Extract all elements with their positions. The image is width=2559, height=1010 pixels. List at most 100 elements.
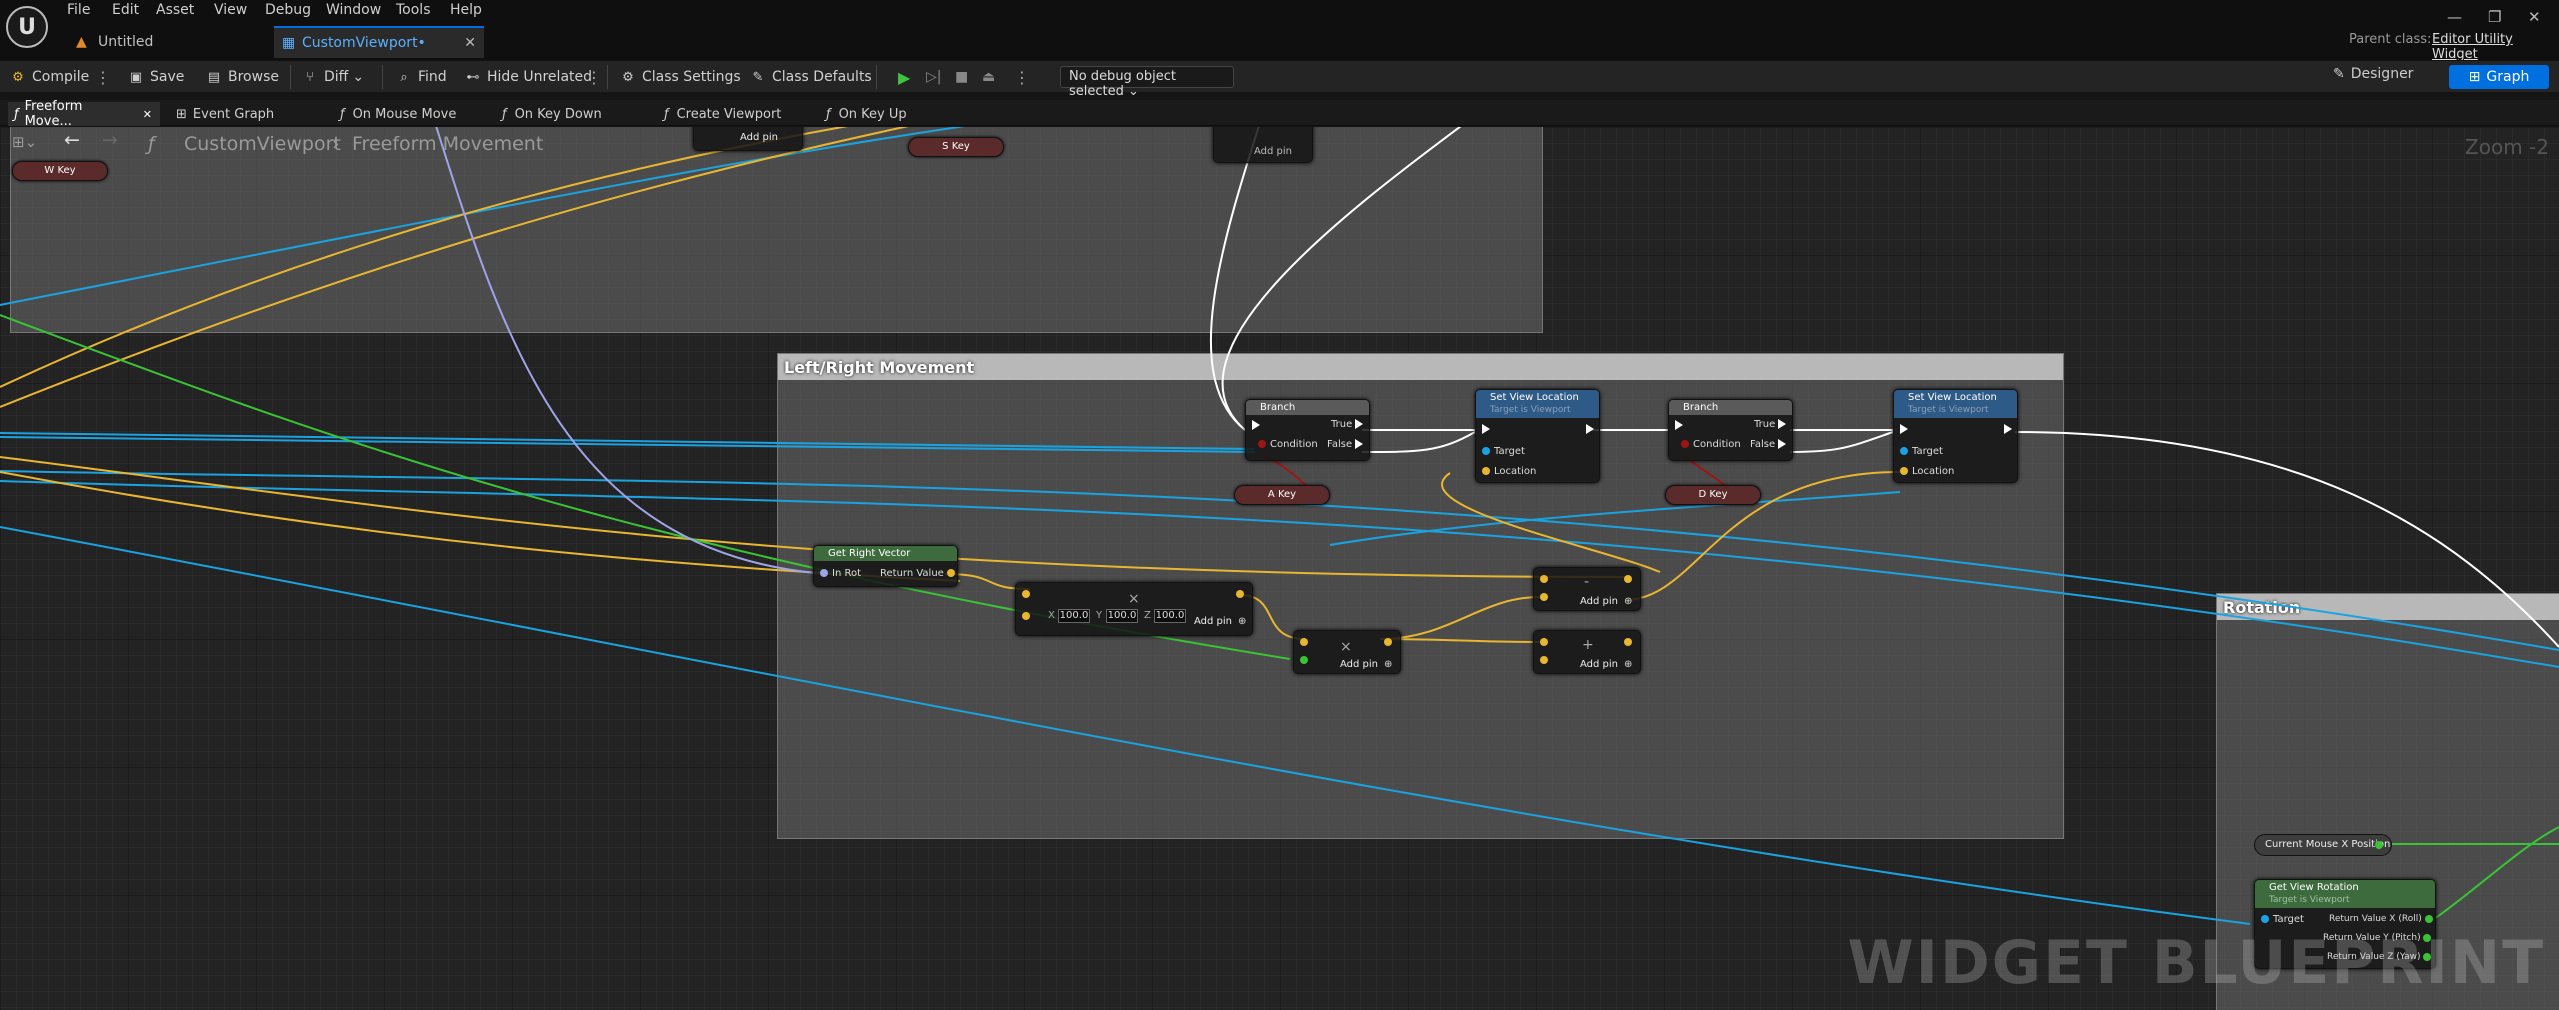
forward-arrow-icon[interactable]: → bbox=[102, 129, 118, 151]
breadcrumb-root[interactable]: CustomViewport bbox=[184, 133, 341, 155]
close-tab-icon[interactable]: ✕ bbox=[143, 108, 152, 121]
set-view-location-node-1[interactable]: Set View Location Target is Viewport Tar… bbox=[1475, 389, 1600, 483]
b-pin[interactable] bbox=[1300, 655, 1312, 666]
s-key-node[interactable]: S Key bbox=[908, 137, 1004, 157]
add-pin-label[interactable]: Add pin bbox=[1194, 616, 1232, 627]
menu-asset[interactable]: Asset bbox=[156, 2, 194, 18]
designer-button[interactable]: ✎ Designer bbox=[2333, 66, 2413, 88]
a-pin[interactable] bbox=[1300, 637, 1312, 648]
graph-canvas[interactable]: Left/Right Movement Rotation W Key S Key… bbox=[0, 127, 2559, 1010]
in-rot-pin[interactable]: In Rot bbox=[820, 568, 861, 579]
math-node-top[interactable]: Add pin bbox=[693, 127, 803, 151]
minimize-icon[interactable]: — bbox=[2447, 8, 2462, 26]
menu-help[interactable]: Help bbox=[450, 2, 482, 18]
exec-out-pin[interactable] bbox=[1586, 424, 1594, 435]
exec-in-pin[interactable] bbox=[1482, 424, 1490, 435]
exec-in-pin[interactable] bbox=[1252, 420, 1260, 431]
location-pin[interactable]: Location bbox=[1482, 466, 1536, 477]
menu-view[interactable]: View bbox=[214, 2, 247, 18]
unreal-logo-icon[interactable]: U bbox=[6, 6, 48, 48]
math-node-top-right[interactable]: Add pin bbox=[1213, 127, 1313, 163]
exec-in-pin[interactable] bbox=[1900, 424, 1908, 435]
tab-customviewport[interactable]: ▦ CustomViewport• ✕ bbox=[274, 26, 484, 58]
history-menu-icon[interactable]: ⊞⌄ bbox=[12, 133, 37, 151]
hide-options-icon[interactable]: ⋮ bbox=[586, 66, 602, 88]
add-pin-label[interactable]: Add pin bbox=[1340, 659, 1378, 670]
add-pin-label[interactable]: Add pin bbox=[1254, 146, 1292, 157]
add-pin-label[interactable]: Add pin bbox=[740, 132, 778, 143]
result-pin[interactable] bbox=[1236, 589, 1248, 600]
close-window-icon[interactable]: ✕ bbox=[2528, 8, 2541, 26]
result-pin[interactable] bbox=[1384, 637, 1396, 648]
branch-node-2[interactable]: Branch True Condition False bbox=[1668, 399, 1793, 461]
add-node[interactable]: + Add pin ⊕ bbox=[1533, 630, 1641, 674]
tab-on-key-up[interactable]: ƒ On Key Up bbox=[826, 102, 907, 126]
false-pin[interactable]: False bbox=[1327, 439, 1364, 450]
add-pin-icon[interactable]: ⊕ bbox=[1384, 659, 1392, 670]
true-pin[interactable]: True bbox=[1331, 419, 1364, 430]
menu-file[interactable]: File bbox=[67, 2, 90, 18]
stop-icon[interactable]: ■ bbox=[955, 66, 968, 88]
debug-object-select[interactable]: No debug object selected ⌄ bbox=[1060, 66, 1234, 99]
condition-pin[interactable]: Condition bbox=[1258, 439, 1318, 450]
tab-untitled[interactable]: ▲ Untitled bbox=[70, 26, 270, 58]
a-pin[interactable] bbox=[1540, 637, 1552, 648]
d-key-node[interactable]: D Key bbox=[1665, 485, 1761, 505]
a-pin[interactable] bbox=[1540, 574, 1552, 585]
true-pin[interactable]: True bbox=[1754, 419, 1787, 430]
play-options-icon[interactable]: ⋮ bbox=[1014, 66, 1030, 88]
eject-icon[interactable]: ⏏ bbox=[982, 66, 995, 88]
compile-options-icon[interactable]: ⋮ bbox=[95, 66, 111, 88]
diff-button[interactable]: ⑂ Diff ⌄ bbox=[302, 66, 364, 88]
vector-z-field[interactable]: 100.0 bbox=[1154, 609, 1186, 623]
menu-window[interactable]: Window bbox=[326, 2, 381, 18]
add-pin-label[interactable]: Add pin bbox=[1580, 659, 1618, 670]
add-pin-label[interactable]: Add pin bbox=[1580, 596, 1618, 607]
class-settings-button[interactable]: ⚙ Class Settings bbox=[620, 66, 741, 88]
class-defaults-button[interactable]: ✎ Class Defaults bbox=[750, 66, 872, 88]
tab-on-mouse-move[interactable]: ƒ On Mouse Move bbox=[340, 102, 456, 126]
tab-on-key-down[interactable]: ƒ On Key Down bbox=[502, 102, 602, 126]
compile-button[interactable]: ⚙ Compile bbox=[10, 66, 89, 88]
current-mouse-x-node[interactable]: Current Mouse X Position bbox=[2254, 834, 2392, 856]
browse-button[interactable]: ▤ Browse bbox=[206, 66, 279, 88]
restore-icon[interactable]: ❐ bbox=[2488, 8, 2501, 26]
step-icon[interactable]: ▷| bbox=[926, 66, 941, 88]
target-pin[interactable]: Target bbox=[1482, 446, 1525, 457]
vector-y-field[interactable]: 100.0 bbox=[1106, 609, 1138, 623]
parent-class-link[interactable]: Editor Utility Widget bbox=[2432, 32, 2559, 62]
add-pin-icon[interactable]: ⊕ bbox=[1624, 659, 1632, 670]
graph-button[interactable]: ⊞ Graph bbox=[2449, 65, 2549, 89]
menu-tools[interactable]: Tools bbox=[396, 2, 431, 18]
hide-unrelated-button[interactable]: ⊷ Hide Unrelated bbox=[465, 66, 593, 88]
menu-debug[interactable]: Debug bbox=[265, 2, 311, 18]
multiply-vector-node[interactable]: X 100.0 Y 100.0 Z 100.0 × Add pin ⊕ bbox=[1015, 582, 1253, 636]
back-arrow-icon[interactable]: ← bbox=[64, 129, 80, 151]
add-pin-icon[interactable]: ⊕ bbox=[1624, 596, 1632, 607]
w-key-node[interactable]: W Key bbox=[12, 161, 108, 181]
return-value-pin[interactable]: Return Value bbox=[880, 568, 959, 579]
b-pin[interactable] bbox=[1022, 611, 1034, 622]
false-pin[interactable]: False bbox=[1750, 439, 1787, 450]
result-pin[interactable] bbox=[1624, 637, 1636, 648]
condition-pin[interactable]: Condition bbox=[1681, 439, 1741, 450]
a-key-node[interactable]: A Key bbox=[1234, 485, 1330, 505]
get-right-vector-node[interactable]: Get Right Vector In Rot Return Value bbox=[813, 545, 958, 587]
tab-event-graph[interactable]: ⊞ Event Graph bbox=[176, 102, 274, 126]
multiply-node[interactable]: × Add pin ⊕ bbox=[1293, 630, 1401, 674]
exec-in-pin[interactable] bbox=[1675, 420, 1683, 431]
target-pin[interactable]: Target bbox=[2261, 914, 2304, 925]
exec-out-pin[interactable] bbox=[2004, 424, 2012, 435]
close-tab-icon[interactable]: ✕ bbox=[464, 35, 476, 51]
branch-node-1[interactable]: Branch True Condition False bbox=[1245, 399, 1370, 461]
a-pin[interactable] bbox=[1022, 589, 1034, 600]
add-pin-icon[interactable]: ⊕ bbox=[1238, 616, 1246, 627]
vector-x-field[interactable]: 100.0 bbox=[1058, 609, 1090, 623]
save-button[interactable]: ▣ Save bbox=[128, 66, 185, 88]
find-button[interactable]: ⌕ Find bbox=[396, 66, 446, 88]
return-roll-pin[interactable]: Return Value X (Roll) bbox=[2329, 914, 2437, 924]
result-pin[interactable] bbox=[1624, 574, 1636, 585]
menu-edit[interactable]: Edit bbox=[112, 2, 139, 18]
target-pin[interactable]: Target bbox=[1900, 446, 1943, 457]
location-pin[interactable]: Location bbox=[1900, 466, 1954, 477]
